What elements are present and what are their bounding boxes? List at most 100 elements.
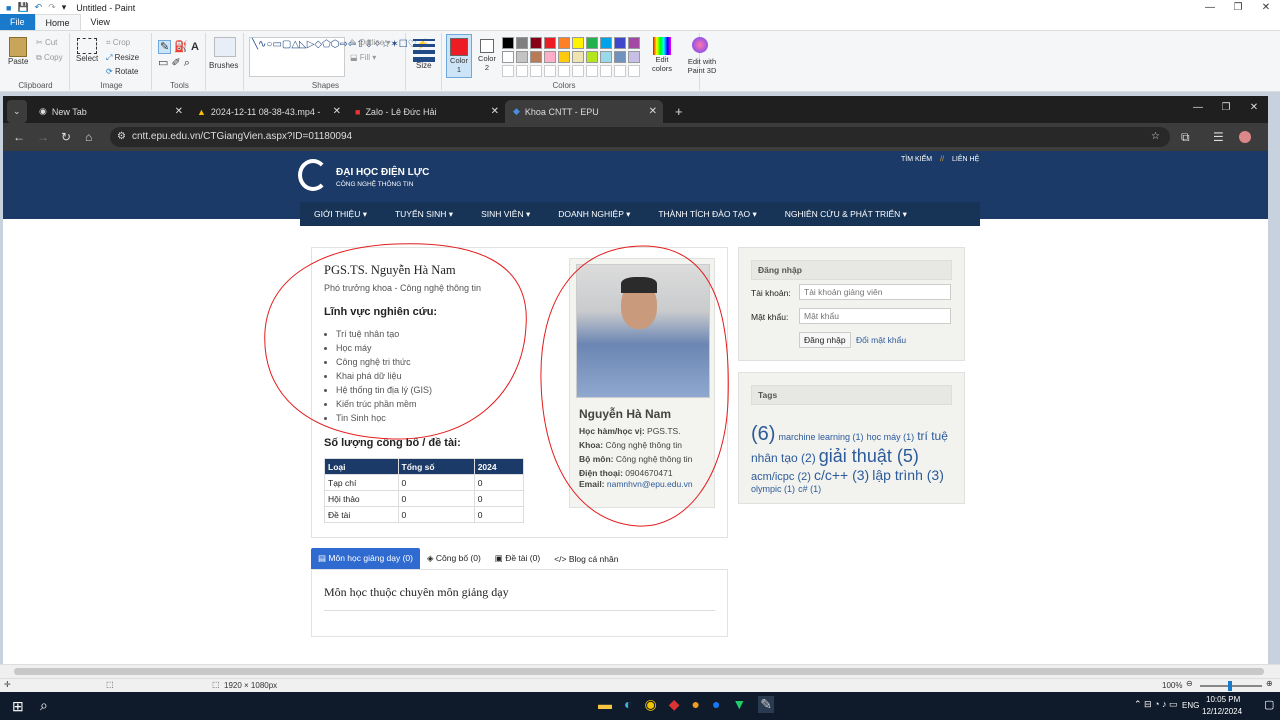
color-picker-icon[interactable]: ✐ [171, 57, 180, 69]
palette-swatch[interactable] [544, 51, 556, 63]
paint3d-button[interactable]: Edit with Paint 3D [680, 33, 720, 90]
forward-icon[interactable]: → [37, 130, 49, 144]
custom-color-slot[interactable] [572, 65, 584, 77]
edge-icon[interactable]: ◐ [624, 696, 632, 713]
clock-time[interactable]: 10:05 PM [1206, 695, 1240, 704]
custom-color-slot[interactable] [614, 65, 626, 77]
password-input[interactable] [799, 308, 951, 324]
rotate-button[interactable]: ⟳ Rotate [106, 67, 139, 76]
palette-swatch[interactable] [628, 37, 640, 49]
change-password-link[interactable]: Đổi mật khẩu [856, 335, 906, 345]
palette-swatch[interactable] [586, 37, 598, 49]
tag-link[interactable]: acm/icpc (2) [751, 471, 811, 483]
browser-minimize-icon[interactable]: — [1184, 102, 1212, 113]
chrome-taskbar-icon[interactable]: ◉ [644, 696, 656, 713]
tag-link[interactable]: (6) [751, 423, 775, 445]
zoom-slider[interactable] [1200, 681, 1262, 691]
brushes-group[interactable]: Brushes [208, 33, 244, 90]
clock-date[interactable]: 12/12/2024 [1202, 707, 1242, 716]
search-icon[interactable]: ⌕ [40, 697, 48, 714]
palette-swatch[interactable] [558, 51, 570, 63]
browser-tab-active[interactable]: ◆ Khoa CNTT - EPU ✕ [505, 100, 663, 123]
app-red-icon[interactable]: ◆ [669, 696, 680, 713]
contact-link[interactable]: LIÊN HỆ [952, 156, 979, 163]
tag-link[interactable]: giải thuật (5) [819, 446, 919, 466]
palette-swatch[interactable] [600, 37, 612, 49]
save-icon[interactable]: 💾 [17, 2, 28, 13]
fill-dropdown[interactable]: ⬓ Fill ▾ [350, 53, 376, 62]
outline-dropdown[interactable]: ✎ Outline ▾ [350, 38, 391, 47]
palette-swatch[interactable] [558, 37, 570, 49]
scrollbar-thumb[interactable] [14, 668, 1264, 675]
palette-swatch[interactable] [628, 51, 640, 63]
tray-icons[interactable]: ⌃ ⊟ ◔ ♪ ▭ [1134, 699, 1178, 710]
tag-link[interactable]: marchine learning (1) [779, 432, 864, 442]
tag-link[interactable]: c/c++ (3) [814, 467, 869, 483]
edit-colors-button[interactable]: Edit colors [648, 37, 676, 73]
tab-view[interactable]: View [81, 14, 120, 30]
language-indicator[interactable]: ENG [1182, 701, 1199, 710]
home-icon[interactable]: ⌂ [85, 130, 92, 144]
extensions-icon[interactable]: ⧉ [1181, 130, 1190, 145]
tab-publications[interactable]: ◈ Công bố (0) [420, 548, 488, 569]
copy-button[interactable]: ⧉ Copy [36, 53, 63, 63]
eraser-icon[interactable]: ▭ [158, 57, 168, 69]
email-link[interactable]: namnhvn@epu.edu.vn [607, 479, 693, 489]
crop-button[interactable]: ⌗ Crop [106, 38, 130, 48]
tag-link[interactable]: olympic (1) [751, 484, 795, 494]
tab-courses[interactable]: ▤ Môn học giảng dạy (0) [311, 548, 420, 569]
cut-button[interactable]: ✂ Cut [36, 38, 57, 47]
palette-swatch[interactable] [544, 37, 556, 49]
browser-tab[interactable]: ◉ New Tab ✕ [31, 100, 189, 123]
nav-item-gioi-thieu[interactable]: GIỚI THIỆU ▾ [300, 209, 381, 220]
site-info-icon[interactable]: ⚙ [117, 127, 126, 147]
back-icon[interactable]: ← [13, 130, 25, 144]
search-link[interactable]: TÌM KIẾM [901, 156, 932, 163]
browser-tab[interactable]: ■ Zalo - Lê Đức Hải ✕ [347, 100, 505, 123]
notification-icon[interactable]: ▢ [1264, 698, 1274, 711]
facebook-icon[interactable]: ● [712, 696, 720, 713]
tab-close-icon[interactable]: ✕ [491, 106, 499, 117]
magnifier-icon[interactable]: ⌕ [184, 57, 190, 69]
resize-button[interactable]: ⤢ Resize [106, 53, 139, 63]
nav-item-doanh-nghiep[interactable]: DOANH NGHIỆP ▾ [544, 209, 644, 220]
palette-swatch[interactable] [516, 37, 528, 49]
custom-color-slot[interactable] [544, 65, 556, 77]
tab-close-icon[interactable]: ✕ [333, 106, 341, 117]
tag-link[interactable]: lập trình (3) [872, 467, 944, 483]
zoom-out-icon[interactable]: ⊖ [1186, 679, 1193, 688]
tab-close-icon[interactable]: ✕ [649, 106, 657, 117]
maximize-icon[interactable]: ❐ [1224, 2, 1252, 13]
customize-qat-icon[interactable]: ▾ [62, 2, 67, 13]
username-input[interactable] [799, 284, 951, 300]
reading-list-icon[interactable]: ☰ [1213, 130, 1224, 144]
size-button[interactable]: Size [408, 33, 442, 90]
palette-swatch[interactable] [614, 51, 626, 63]
custom-color-slot[interactable] [530, 65, 542, 77]
file-explorer-icon[interactable]: ▬ [598, 696, 612, 713]
zoom-in-icon[interactable]: ⊕ [1266, 679, 1273, 688]
custom-color-slot[interactable] [600, 65, 612, 77]
browser-close-icon[interactable]: ✕ [1240, 102, 1268, 113]
redo-icon[interactable]: ↷ [48, 2, 56, 13]
minimize-icon[interactable]: — [1196, 2, 1224, 13]
paste-button[interactable]: Paste [8, 37, 28, 66]
fill-icon[interactable]: ⛽ [174, 41, 188, 53]
tag-link[interactable]: c# (1) [798, 484, 821, 494]
palette-swatch[interactable] [586, 51, 598, 63]
palette-swatch[interactable] [600, 51, 612, 63]
undo-icon[interactable]: ↶ [35, 2, 43, 13]
palette-swatch[interactable] [572, 37, 584, 49]
reload-icon[interactable]: ↻ [61, 130, 71, 144]
tab-blog[interactable]: </> Blog cá nhân [547, 549, 625, 569]
tab-projects[interactable]: ▣ Đề tài (0) [488, 548, 547, 569]
browser-tab[interactable]: ▲ 2024-12-11 08-38-43.mp4 - Go ✕ [189, 100, 347, 123]
browser-restore-icon[interactable]: ❐ [1212, 102, 1240, 113]
tab-close-icon[interactable]: ✕ [175, 106, 183, 117]
select-button[interactable]: Select [76, 38, 98, 63]
palette-swatch[interactable] [502, 51, 514, 63]
app-green-icon[interactable]: ▼ [732, 696, 746, 713]
color2-button[interactable]: Color 2 [476, 34, 498, 78]
login-button[interactable]: Đăng nhập [799, 332, 851, 348]
tab-file[interactable]: File [0, 14, 35, 30]
